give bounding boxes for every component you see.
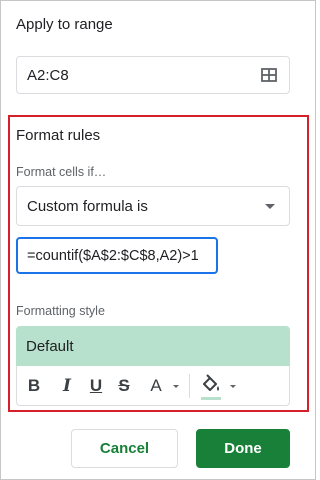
fill-color-caret-icon[interactable] (230, 385, 236, 388)
format-rules-title: Format rules (16, 127, 101, 144)
format-toolbar: B I U S A (16, 366, 290, 406)
condition-select-value: Custom formula is (27, 198, 148, 215)
text-color-icon[interactable]: A (148, 375, 164, 397)
formatting-style-label: Formatting style (16, 304, 105, 318)
done-button[interactable]: Done (196, 429, 290, 468)
text-color-caret-icon[interactable] (173, 385, 179, 388)
toolbar-divider (189, 374, 190, 398)
range-input[interactable]: A2:C8 (16, 56, 290, 94)
fill-color-swatch (201, 397, 221, 400)
underline-icon[interactable]: U (88, 375, 104, 397)
fill-color-icon[interactable] (200, 373, 222, 397)
italic-icon[interactable]: I (59, 375, 75, 397)
dropdown-caret-icon (265, 204, 275, 209)
formatting-style-preview-text: Default (26, 338, 74, 355)
select-range-grid-icon[interactable] (261, 67, 277, 83)
conditional-format-panel: Apply to range A2:C8 Format rules Format… (0, 0, 316, 480)
cancel-button[interactable]: Cancel (71, 429, 178, 468)
condition-select[interactable]: Custom formula is (16, 186, 290, 226)
custom-formula-input[interactable]: =countif($A$2:$C$8,A2)>1 (16, 237, 218, 274)
format-cells-if-label: Format cells if… (16, 165, 107, 179)
range-input-value: A2:C8 (27, 67, 69, 84)
custom-formula-value: =countif($A$2:$C$8,A2)>1 (27, 248, 199, 264)
apply-to-range-title: Apply to range (16, 16, 113, 33)
strikethrough-icon[interactable]: S (116, 375, 132, 397)
formatting-style-preview[interactable]: Default (16, 326, 290, 366)
bold-icon[interactable]: B (26, 375, 42, 397)
